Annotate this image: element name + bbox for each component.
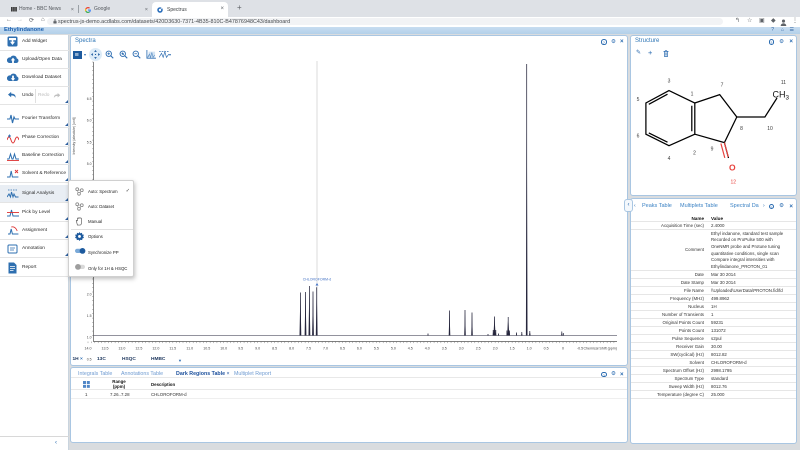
svg-text:1: 1 — [691, 92, 694, 98]
svg-text:10.5: 10.5 — [203, 347, 210, 351]
svg-text:3: 3 — [668, 79, 671, 85]
svg-text:CHLOROFORM-d: CHLOROFORM-d — [303, 278, 331, 282]
svg-text:11.0: 11.0 — [186, 347, 193, 351]
svg-text:Chemical Shift (ppm): Chemical Shift (ppm) — [583, 347, 617, 351]
svg-text:0: 0 — [562, 347, 564, 351]
svg-text:9.0: 9.0 — [255, 347, 260, 351]
svg-text:O: O — [729, 163, 736, 173]
svg-text:-0.5: -0.5 — [577, 347, 583, 351]
svg-text:4.5: 4.5 — [408, 347, 413, 351]
svg-text:5: 5 — [637, 97, 640, 103]
svg-text:3.0: 3.0 — [459, 347, 464, 351]
svg-text:12.0: 12.0 — [152, 347, 159, 351]
svg-text:10.0: 10.0 — [220, 347, 227, 351]
svg-text:10: 10 — [767, 126, 773, 132]
svg-text:12: 12 — [731, 180, 737, 186]
svg-text:4: 4 — [668, 156, 671, 162]
svg-text:13.0: 13.0 — [118, 347, 125, 351]
svg-text:5.0: 5.0 — [87, 162, 92, 166]
svg-text:1.0: 1.0 — [527, 347, 532, 351]
svg-text:8: 8 — [740, 126, 743, 132]
svg-text:2.0: 2.0 — [493, 347, 498, 351]
svg-text:0.5: 0.5 — [87, 357, 92, 361]
svg-text:6.0: 6.0 — [87, 119, 92, 123]
svg-text:Intensity (absolute) [unit]: Intensity (absolute) [unit] — [72, 117, 76, 154]
svg-text:CH3: CH3 — [773, 90, 790, 102]
svg-text:4.0: 4.0 — [425, 347, 430, 351]
svg-text:12.5: 12.5 — [135, 347, 142, 351]
svg-text:2.5: 2.5 — [476, 347, 481, 351]
svg-text:2: 2 — [693, 151, 696, 157]
svg-text:7.0: 7.0 — [323, 347, 328, 351]
svg-text:14.0: 14.0 — [85, 347, 92, 351]
svg-text:6.5: 6.5 — [340, 347, 345, 351]
svg-text:8.0: 8.0 — [289, 347, 294, 351]
svg-text:9: 9 — [711, 147, 714, 153]
svg-text:6: 6 — [637, 134, 640, 140]
svg-text:5.5: 5.5 — [87, 140, 92, 144]
svg-text:1.0: 1.0 — [87, 336, 92, 340]
svg-text:7.5: 7.5 — [306, 347, 311, 351]
svg-text:5.5: 5.5 — [374, 347, 379, 351]
svg-text:3.5: 3.5 — [442, 347, 447, 351]
svg-text:7: 7 — [721, 83, 724, 89]
svg-text:1.5: 1.5 — [510, 347, 515, 351]
svg-text:5.0: 5.0 — [391, 347, 396, 351]
svg-text:1.5: 1.5 — [87, 314, 92, 318]
svg-text:0.5: 0.5 — [544, 347, 549, 351]
svg-text:11: 11 — [781, 80, 786, 86]
svg-text:2.0: 2.0 — [87, 292, 92, 296]
svg-text:8.5: 8.5 — [272, 347, 277, 351]
svg-text:11.5: 11.5 — [169, 347, 176, 351]
svg-text:13.5: 13.5 — [102, 347, 109, 351]
svg-text:9.5: 9.5 — [238, 347, 243, 351]
svg-text:6.0: 6.0 — [357, 347, 362, 351]
svg-text:6.5: 6.5 — [87, 97, 92, 101]
